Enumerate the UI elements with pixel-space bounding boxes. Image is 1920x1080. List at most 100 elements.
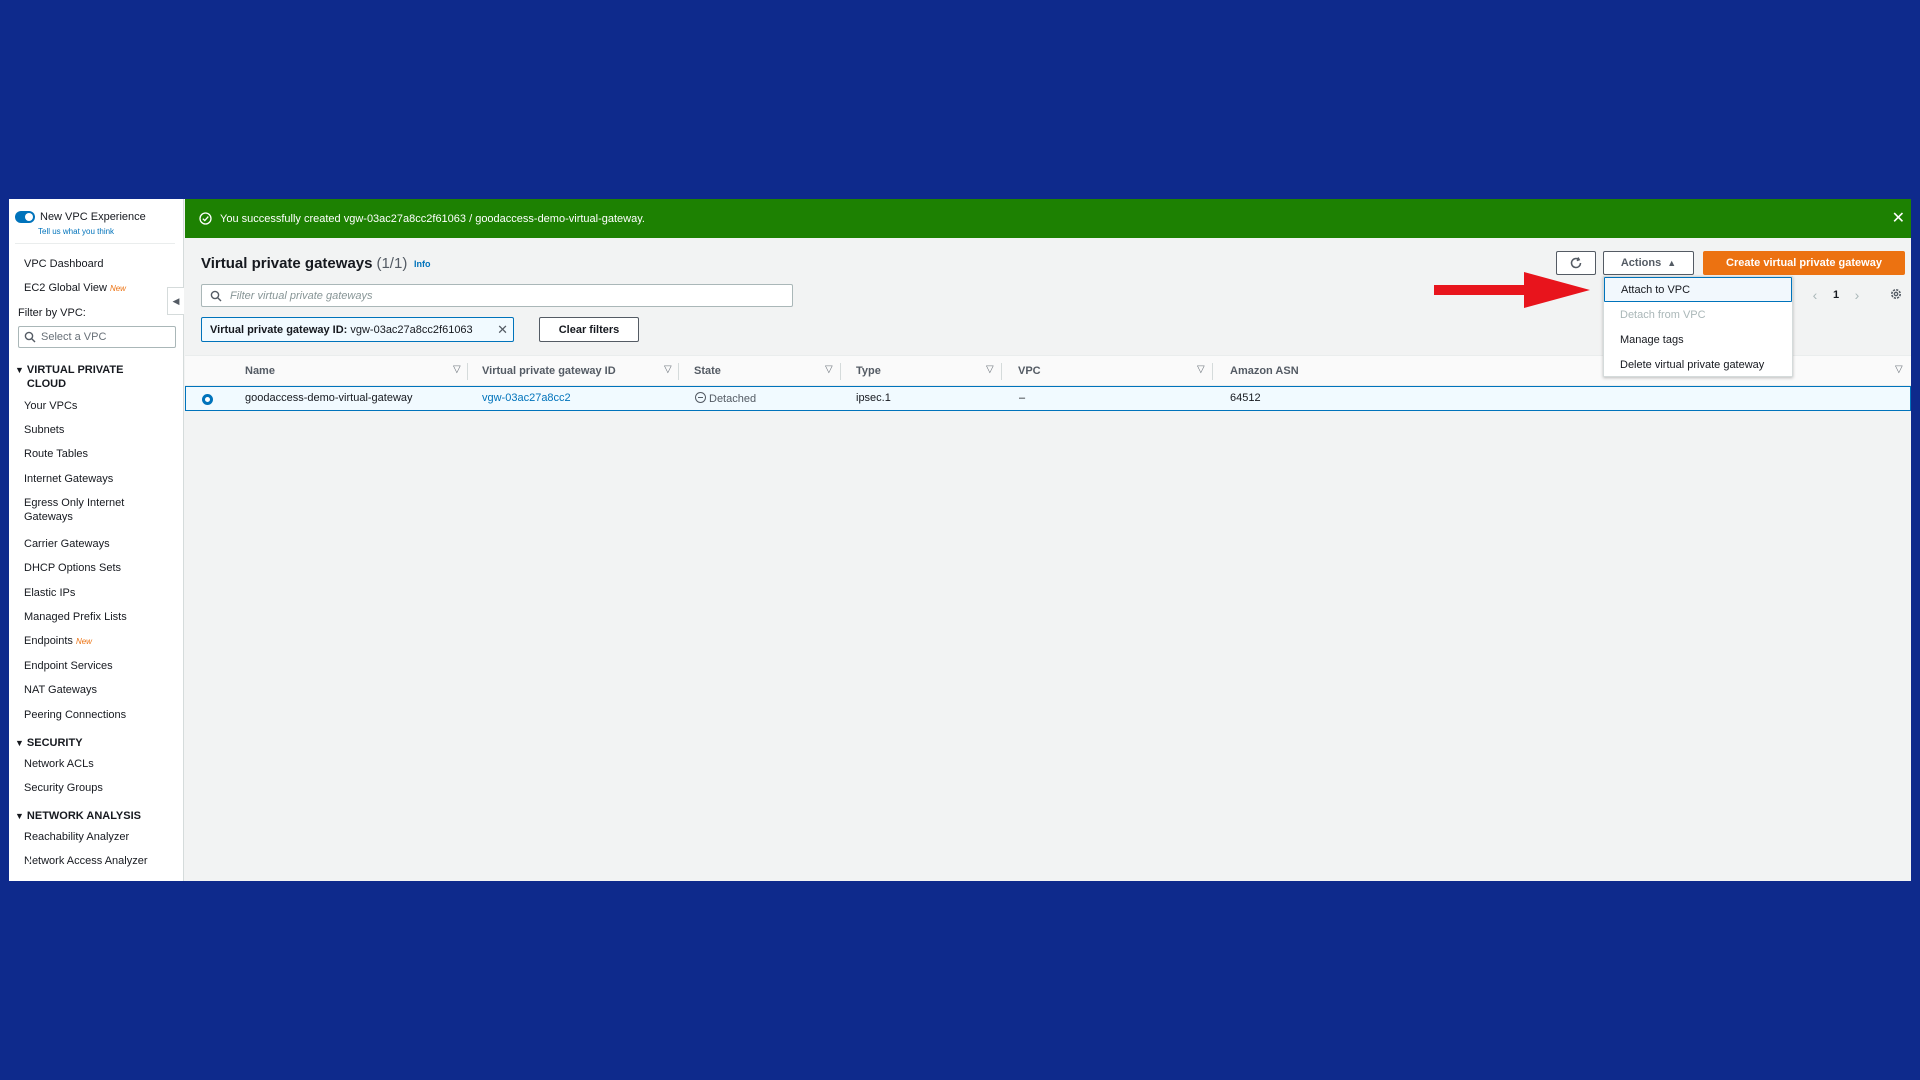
success-flash-banner: You successfully created vgw-03ac27a8cc2… <box>185 199 1911 238</box>
sort-icon[interactable]: ▽ <box>986 364 994 375</box>
vpc-filter-placeholder: Select a VPC <box>41 331 107 343</box>
column-divider[interactable] <box>467 363 468 380</box>
section-network-analysis[interactable]: ▼ NETWORK ANALYSIS <box>15 809 141 823</box>
filter-token-key: Virtual private gateway ID: <box>210 323 348 336</box>
search-icon <box>24 331 36 343</box>
collapse-sidebar-button[interactable]: ◀ <box>167 287 184 315</box>
column-header-vpc[interactable]: VPC <box>1018 365 1041 377</box>
vpc-filter-select[interactable]: Select a VPC <box>18 326 176 348</box>
page-number[interactable]: 1 <box>1824 289 1848 301</box>
remove-filter-icon[interactable]: ✕ <box>497 322 508 338</box>
sidebar-item-your-vpcs[interactable]: Your VPCs <box>24 399 77 413</box>
sidebar-item-label: VPC Dashboard <box>24 258 104 270</box>
sidebar-divider <box>15 243 175 244</box>
sidebar-item-peering-connections[interactable]: Peering Connections <box>24 708 126 722</box>
column-divider[interactable] <box>678 363 679 380</box>
column-header-name[interactable]: Name <box>245 365 275 377</box>
filter-token: Virtual private gateway ID: vgw-03ac27a8… <box>201 317 514 342</box>
sidebar-item-ec2-global-view[interactable]: EC2 Global View New <box>24 281 126 296</box>
table-row[interactable]: goodaccess-demo-virtual-gateway vgw-03ac… <box>185 386 1911 411</box>
row-select-radio[interactable] <box>202 394 213 405</box>
column-divider[interactable] <box>840 363 841 380</box>
new-badge: New <box>109 284 126 293</box>
sidebar-item-internet-gateways[interactable]: Internet Gateways <box>24 472 113 486</box>
page-title: Virtual private gateways (1/1) <box>201 255 407 272</box>
column-divider[interactable] <box>1212 363 1213 380</box>
item-count: (1/1) <box>376 255 408 272</box>
info-link[interactable]: Info <box>414 259 431 269</box>
gear-icon[interactable] <box>1889 287 1903 301</box>
column-header-state[interactable]: State <box>694 365 721 377</box>
section-label: NETWORK ANALYSIS <box>26 810 142 822</box>
page-title-text: Virtual private gateways <box>201 255 373 272</box>
actions-dropdown-menu: Attach to VPC Detach from VPC Manage tag… <box>1603 276 1793 377</box>
cell-type: ipsec.1 <box>856 392 891 404</box>
clear-filters-button[interactable]: Clear filters <box>539 317 639 342</box>
section-security[interactable]: ▼ SECURITY <box>15 736 83 750</box>
sidebar-item-route-tables[interactable]: Route Tables <box>24 447 88 461</box>
sidebar-item-network-acls[interactable]: Network ACLs <box>24 757 94 771</box>
sort-icon[interactable]: ▽ <box>1197 364 1205 375</box>
console-window: New VPC Experience Tell us what you thin… <box>9 199 1911 881</box>
create-virtual-private-gateway-button[interactable]: Create virtual private gateway <box>1703 251 1905 275</box>
section-label: SECURITY <box>26 737 83 749</box>
filter-token-value: vgw-03ac27a8cc2f61063 <box>350 323 473 336</box>
cell-state: Detached <box>695 392 756 405</box>
pagination: ‹ 1 › <box>1806 287 1866 303</box>
caret-up-icon: ▲ <box>1667 258 1677 268</box>
state-text: Detached <box>709 393 757 405</box>
cell-name: goodaccess-demo-virtual-gateway <box>245 392 413 404</box>
sidebar-item-carrier-gateways[interactable]: Carrier Gateways <box>24 537 110 551</box>
section-label: VIRTUAL PRIVATE CLOUD <box>26 364 124 390</box>
new-experience-label: New VPC Experience <box>40 211 146 223</box>
column-header-type[interactable]: Type <box>856 365 881 377</box>
section-virtual-private-cloud[interactable]: ▼ VIRTUAL PRIVATE CLOUD <box>15 363 137 391</box>
check-circle-icon <box>199 212 212 225</box>
actions-button[interactable]: Actions ▲ <box>1603 251 1694 275</box>
sort-icon[interactable]: ▽ <box>1895 364 1903 375</box>
sidebar-navigation: New VPC Experience Tell us what you thin… <box>9 199 184 881</box>
filter-by-vpc-label: Filter by VPC: <box>18 307 86 319</box>
caret-down-icon: ▼ <box>15 811 24 821</box>
sidebar-item-dhcp-options-sets[interactable]: DHCP Options Sets <box>24 561 121 575</box>
caret-down-icon: ▼ <box>15 365 24 375</box>
column-header-amazon-asn[interactable]: Amazon ASN <box>1230 365 1299 377</box>
cell-vpc: – <box>1019 392 1026 404</box>
new-badge: New <box>75 637 92 646</box>
sidebar-item-endpoints[interactable]: Endpoints New <box>24 634 92 649</box>
column-header-gateway-id[interactable]: Virtual private gateway ID <box>482 365 616 377</box>
cell-amazon-asn: 64512 <box>1230 392 1261 404</box>
new-experience-toggle-row[interactable]: New VPC Experience <box>15 211 146 223</box>
search-icon <box>210 290 222 301</box>
feedback-link[interactable]: Tell us what you think <box>38 227 114 236</box>
sort-icon[interactable]: ▽ <box>453 364 461 375</box>
caret-down-icon: ▼ <box>15 738 24 748</box>
close-icon[interactable]: ✕ <box>1892 208 1905 228</box>
flash-message: You successfully created vgw-03ac27a8cc2… <box>220 212 645 225</box>
sidebar-item-elastic-ips[interactable]: Elastic IPs <box>24 586 75 600</box>
search-placeholder: Filter virtual private gateways <box>230 289 373 302</box>
menu-item-delete-virtual-private-gateway[interactable]: Delete virtual private gateway <box>1604 352 1792 377</box>
sidebar-item-reachability-analyzer[interactable]: Reachability Analyzer <box>24 830 129 844</box>
sidebar-item-vpc-dashboard[interactable]: VPC Dashboard <box>24 257 104 271</box>
sidebar-item-security-groups[interactable]: Security Groups <box>24 781 103 795</box>
sort-icon[interactable]: ▽ <box>825 364 833 375</box>
previous-page-icon[interactable]: ‹ <box>1806 287 1824 303</box>
menu-item-detach-from-vpc: Detach from VPC <box>1620 308 1706 321</box>
detached-status-icon <box>695 392 706 403</box>
red-arrow-annotation <box>1434 272 1590 308</box>
search-input[interactable]: Filter virtual private gateways <box>201 284 793 307</box>
cell-gateway-id-link[interactable]: vgw-03ac27a8cc2 <box>482 392 571 404</box>
next-page-icon[interactable]: › <box>1848 287 1866 303</box>
sidebar-item-managed-prefix-lists[interactable]: Managed Prefix Lists <box>24 610 127 624</box>
sidebar-item-nat-gateways[interactable]: NAT Gateways <box>24 683 97 697</box>
caret-left-icon: ◀ <box>172 295 180 306</box>
menu-item-manage-tags[interactable]: Manage tags <box>1604 327 1792 352</box>
sidebar-item-egress-only-internet-gateways[interactable]: Egress Only Internet Gateways <box>24 496 149 524</box>
toggle-switch[interactable] <box>15 211 35 223</box>
sidebar-item-endpoint-services[interactable]: Endpoint Services <box>24 659 113 673</box>
column-divider[interactable] <box>1001 363 1002 380</box>
sidebar-item-subnets[interactable]: Subnets <box>24 423 64 437</box>
sort-icon[interactable]: ▽ <box>664 364 672 375</box>
menu-item-attach-to-vpc[interactable]: Attach to VPC <box>1604 277 1792 302</box>
